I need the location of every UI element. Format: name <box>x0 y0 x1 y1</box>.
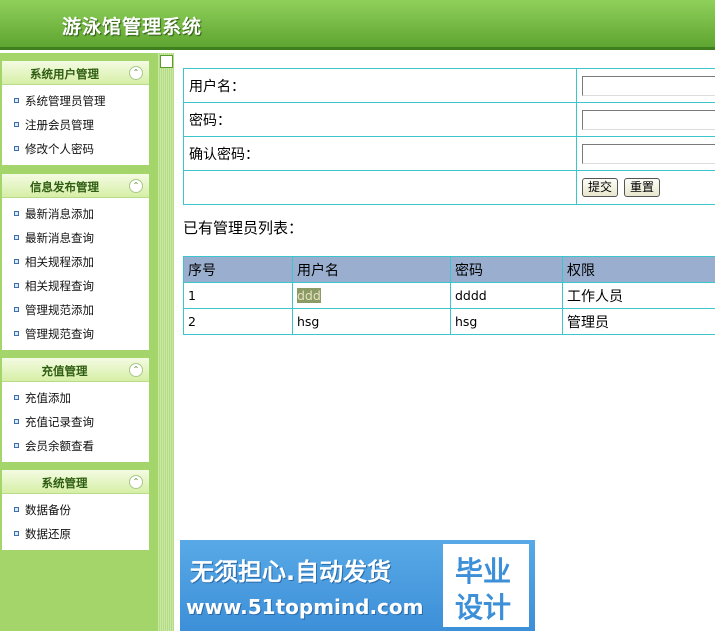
table-row: 2 hsg hsg 管理员 <box>183 308 715 335</box>
menu-item-change-password[interactable]: 修改个人密码 <box>2 137 149 161</box>
collapse-icon[interactable]: ⌃ <box>129 179 143 193</box>
menu-item-member-manage[interactable]: 注册会员管理 <box>2 113 149 137</box>
banner-badge-line2: 设计 <box>455 591 512 624</box>
sidebar-splitter[interactable] <box>158 53 174 631</box>
collapse-icon[interactable]: ⌃ <box>129 475 143 489</box>
column-header: 权限 <box>562 256 715 283</box>
bullet-icon <box>14 443 19 448</box>
bullet-icon <box>14 395 19 400</box>
cell-role: 工作人员 <box>562 282 715 309</box>
menu-item-rules-query[interactable]: 相关规程查询 <box>2 274 149 298</box>
password-input[interactable] <box>582 109 715 130</box>
column-header: 密码 <box>450 256 563 283</box>
bullet-icon <box>14 98 19 103</box>
menu-group-info-publish: 信息发布管理 ⌃ 最新消息添加 最新消息查询 相关规程添加 相关规程查询 管理规… <box>2 174 149 350</box>
sidebar: 系统用户管理 ⌃ 系统管理员管理 注册会员管理 修改个人密码 信息发布管理 ⌃ … <box>0 53 158 631</box>
menu-item-admin-manage[interactable]: 系统管理员管理 <box>2 89 149 113</box>
bullet-icon <box>14 307 19 312</box>
admin-list-title: 已有管理员列表： <box>183 219 304 237</box>
menu-group-title: 系统管理 <box>41 476 88 490</box>
cell-index: 1 <box>183 282 293 309</box>
splitter-toggle-icon[interactable] <box>160 55 173 68</box>
cell-index: 2 <box>183 308 293 335</box>
cell-password: hsg <box>450 308 563 335</box>
admin-form: 用户名： 密码： 确认密码： 提交 重置 <box>183 68 715 205</box>
username-input[interactable] <box>582 75 715 96</box>
menu-item-restore[interactable]: 数据还原 <box>2 522 149 546</box>
banner-slogan: 无须担心.自动发货 <box>190 558 392 586</box>
confirm-password-input[interactable] <box>582 143 715 164</box>
watermark-banner: 无须担心.自动发货 www.51topmind.com 毕业 设计 <box>180 540 535 631</box>
menu-item-standards-add[interactable]: 管理规范添加 <box>2 298 149 322</box>
username-label: 用户名： <box>183 68 577 103</box>
bullet-icon <box>14 211 19 216</box>
menu-item-recharge-query[interactable]: 充值记录查询 <box>2 410 149 434</box>
bullet-icon <box>14 419 19 424</box>
menu-item-balance-view[interactable]: 会员余额查看 <box>2 434 149 458</box>
menu-group-header[interactable]: 系统管理 ⌃ <box>2 470 149 494</box>
menu-group-system: 系统管理 ⌃ 数据备份 数据还原 <box>2 470 149 550</box>
bullet-icon <box>14 283 19 288</box>
cell-username: hsg <box>292 308 451 335</box>
menu-group-title: 信息发布管理 <box>30 180 99 194</box>
admin-list-table: 序号 用户名 密码 权限 1 ddd dddd 工作人员 2 hsg hsg 管… <box>183 256 715 335</box>
bullet-icon <box>14 146 19 151</box>
menu-group-header[interactable]: 信息发布管理 ⌃ <box>2 174 149 198</box>
banner-badge-line1: 毕业 <box>455 555 512 588</box>
column-header: 序号 <box>183 256 293 283</box>
menu-item-recharge-add[interactable]: 充值添加 <box>2 386 149 410</box>
bullet-icon <box>14 235 19 240</box>
cell-password: dddd <box>450 282 563 309</box>
bullet-icon <box>14 259 19 264</box>
banner-badge: 毕业 设计 <box>443 544 529 627</box>
menu-item-rules-add[interactable]: 相关规程添加 <box>2 250 149 274</box>
collapse-icon[interactable]: ⌃ <box>129 363 143 377</box>
reset-button[interactable]: 重置 <box>624 178 661 197</box>
confirm-password-label: 确认密码： <box>183 136 577 171</box>
bullet-icon <box>14 122 19 127</box>
bullet-icon <box>14 507 19 512</box>
menu-item-news-add[interactable]: 最新消息添加 <box>2 202 149 226</box>
column-header: 用户名 <box>292 256 451 283</box>
submit-button[interactable]: 提交 <box>582 178 619 197</box>
menu-group-system-users: 系统用户管理 ⌃ 系统管理员管理 注册会员管理 修改个人密码 <box>2 61 149 165</box>
banner-url: www.51topmind.com <box>186 595 424 619</box>
menu-group-recharge: 充值管理 ⌃ 充值添加 充值记录查询 会员余额查看 <box>2 358 149 462</box>
bullet-icon <box>14 331 19 336</box>
header-bar: 游泳馆管理系统 <box>0 0 715 50</box>
app-title: 游泳馆管理系统 <box>62 16 203 38</box>
menu-item-standards-query[interactable]: 管理规范查询 <box>2 322 149 346</box>
menu-group-title: 充值管理 <box>41 364 88 378</box>
menu-group-title: 系统用户管理 <box>30 67 99 81</box>
table-header-row: 序号 用户名 密码 权限 <box>183 256 715 283</box>
cell-username: ddd <box>297 288 321 303</box>
menu-group-header[interactable]: 充值管理 ⌃ <box>2 358 149 382</box>
bullet-icon <box>14 531 19 536</box>
cell-role: 管理员 <box>562 308 715 335</box>
table-row: 1 ddd dddd 工作人员 <box>183 282 715 309</box>
menu-item-backup[interactable]: 数据备份 <box>2 498 149 522</box>
menu-item-news-query[interactable]: 最新消息查询 <box>2 226 149 250</box>
password-label: 密码： <box>183 102 577 137</box>
menu-group-header[interactable]: 系统用户管理 ⌃ <box>2 61 149 85</box>
collapse-icon[interactable]: ⌃ <box>129 66 143 80</box>
